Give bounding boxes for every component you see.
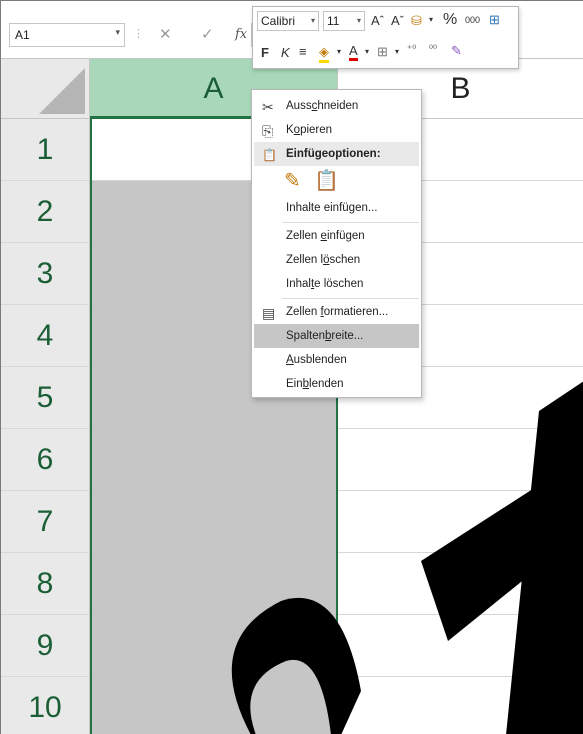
- insert-function-icon[interactable]: fx: [235, 27, 247, 42]
- menu-item-label: Inhal: [286, 278, 311, 290]
- menu-item-label: Auss: [286, 100, 312, 112]
- copy-icon: ⎘: [262, 123, 274, 139]
- menu-item-format-cells[interactable]: ▤ Zellen formatieren...: [254, 300, 419, 324]
- menu-item-clear-contents[interactable]: Inhalte löschen: [254, 272, 419, 296]
- grid-line: [338, 676, 583, 677]
- drag-handle-icon[interactable]: ⋮: [133, 27, 144, 40]
- row-header-2[interactable]: 2: [1, 181, 90, 243]
- menu-item-label: usblenden: [293, 354, 347, 366]
- decrease-font-icon[interactable]: Aˇ: [391, 13, 404, 28]
- bold-button[interactable]: F: [261, 45, 269, 60]
- menu-item-hide[interactable]: Ausblenden: [254, 348, 419, 372]
- row-header-4[interactable]: 4: [1, 305, 90, 367]
- menu-section-paste-options: 📋 Einfügeoptionen:: [254, 142, 419, 166]
- excel-window: A1 ▾ ⋮ ✕ ✓ fx A B 1 2 3 4 5 6 7 8 9 10 C…: [0, 0, 583, 734]
- enter-icon[interactable]: ✓: [201, 25, 214, 43]
- watermark-stroke-right: [506, 381, 583, 734]
- menu-item-label: schen: [329, 254, 361, 266]
- menu-item-label: Spalten: [286, 330, 326, 342]
- grid-line: [338, 614, 583, 615]
- chevron-down-icon[interactable]: ▾: [365, 47, 369, 56]
- menu-item-column-width[interactable]: Spaltenbreite...: [254, 324, 419, 348]
- align-center-icon[interactable]: ≡: [299, 44, 307, 59]
- grid-line: [338, 428, 583, 429]
- row-header-8[interactable]: 8: [1, 553, 90, 615]
- chevron-down-icon[interactable]: ▾: [337, 47, 341, 56]
- chevron-down-icon[interactable]: ▾: [429, 15, 433, 24]
- name-box-value: A1: [15, 28, 30, 42]
- chevron-down-icon: ▾: [356, 16, 361, 25]
- menu-item-label: Zellen: [286, 230, 321, 242]
- menu-item-label: ormatieren...: [323, 306, 389, 318]
- fill-color-icon[interactable]: ◈: [319, 44, 329, 63]
- accounting-format-icon[interactable]: ⛁: [411, 13, 422, 29]
- menu-item-label: reite...: [331, 330, 364, 342]
- menu-separator: [282, 298, 419, 299]
- font-name-value: Calibri: [261, 14, 296, 28]
- menu-item-mnemonic: A: [286, 354, 294, 366]
- borders-icon[interactable]: ⊞: [377, 44, 388, 60]
- context-menu: ✂ Ausschneiden ⎘ Kopieren 📋 Einfügeoptio…: [251, 89, 422, 398]
- grid-line: [338, 490, 583, 491]
- chevron-down-icon: ▾: [310, 16, 315, 25]
- menu-item-unhide[interactable]: Einblenden: [254, 372, 419, 396]
- chevron-down-icon[interactable]: ▾: [115, 27, 120, 38]
- name-box[interactable]: A1 ▾: [9, 23, 125, 47]
- merge-center-icon[interactable]: ⊞: [489, 12, 500, 28]
- clipboard-icon: 📋: [262, 148, 277, 162]
- chevron-down-icon[interactable]: ▾: [395, 47, 399, 56]
- menu-item-label: hneiden: [317, 100, 359, 112]
- row-header-10[interactable]: 10: [1, 677, 90, 734]
- decrease-decimal-icon[interactable]: ⁰⁰: [429, 44, 437, 55]
- increase-font-icon[interactable]: Aˆ: [371, 13, 384, 28]
- format-cells-icon: ▤: [262, 305, 276, 321]
- menu-item-label: Inhalte einfü: [286, 202, 349, 214]
- font-name-select[interactable]: Calibri ▾: [257, 11, 319, 31]
- row-header-5[interactable]: 5: [1, 367, 90, 429]
- font-size-select[interactable]: 11 ▾: [323, 11, 365, 31]
- select-all-triangle-icon: [39, 68, 85, 114]
- mini-toolbar: Calibri ▾ 11 ▾ Aˆ Aˇ ⛁ ▾ % 000 ⊞ F K ≡ ◈…: [252, 6, 519, 69]
- paste-icon[interactable]: 📋: [314, 168, 339, 193]
- menu-item-delete-cells[interactable]: Zellen löschen: [254, 248, 419, 272]
- menu-separator: [282, 222, 419, 223]
- menu-section-label: Einfügeoptionen:: [286, 148, 381, 160]
- italic-button[interactable]: K: [281, 45, 290, 60]
- format-painter-icon[interactable]: ✎: [451, 43, 462, 59]
- menu-item-cut[interactable]: ✂ Ausschneiden: [254, 94, 419, 118]
- menu-item-label: en...: [355, 202, 378, 214]
- menu-item-label: e löschen: [314, 278, 364, 290]
- percent-style-icon[interactable]: %: [443, 11, 457, 29]
- row-header-6[interactable]: 6: [1, 429, 90, 491]
- menu-item-label: Ein: [286, 378, 303, 390]
- menu-item-label: lenden: [309, 378, 344, 390]
- menu-item-label: infügen: [326, 230, 365, 242]
- menu-item-label: Zellen: [286, 306, 321, 318]
- row-header-1[interactable]: 1: [1, 119, 90, 181]
- cut-icon: ✂: [262, 99, 274, 115]
- paste-formatting-icon[interactable]: ✎: [284, 168, 301, 193]
- select-all-corner[interactable]: [1, 59, 90, 119]
- menu-item-paste-special[interactable]: Inhalte einfügen...: [254, 196, 419, 220]
- comma-style-icon[interactable]: 000: [465, 15, 480, 25]
- row-header-3[interactable]: 3: [1, 243, 90, 305]
- row-header-9[interactable]: 9: [1, 615, 90, 677]
- menu-item-label: Zellen l: [286, 254, 324, 266]
- font-size-value: 11: [327, 14, 340, 28]
- menu-item-label: pieren: [300, 124, 333, 136]
- menu-item-insert-cells[interactable]: Zellen einfügen: [254, 224, 419, 248]
- increase-decimal-icon[interactable]: ⁺⁰: [407, 44, 416, 55]
- menu-item-label: K: [286, 124, 294, 136]
- grid-line: [338, 552, 583, 553]
- font-color-icon[interactable]: A: [349, 43, 358, 61]
- cancel-icon[interactable]: ✕: [159, 25, 172, 43]
- row-header-7[interactable]: 7: [1, 491, 90, 553]
- menu-item-copy[interactable]: ⎘ Kopieren: [254, 118, 419, 142]
